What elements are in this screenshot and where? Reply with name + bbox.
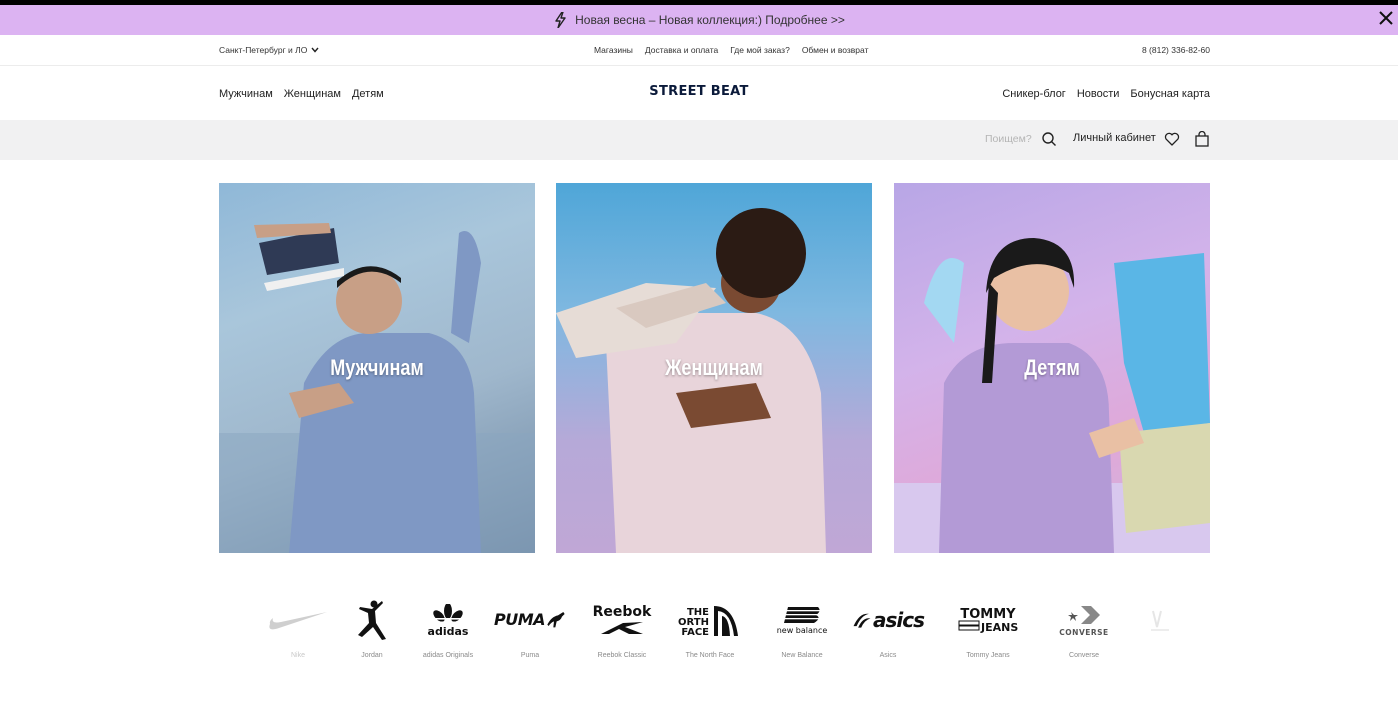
link-stores[interactable]: Магазины xyxy=(594,45,633,55)
reebok-vector-icon xyxy=(601,622,643,634)
close-icon[interactable] xyxy=(1376,9,1396,29)
main-nav: Мужчинам Женщинам Детям STREET BEAT Сник… xyxy=(0,66,1398,120)
brand-row: Nike Jordan adidas adidas Originals PUMA… xyxy=(262,597,1182,667)
account-link[interactable]: Личный кабинет xyxy=(1073,132,1156,144)
brand-name: The North Face xyxy=(685,652,735,659)
brand-name: New Balance xyxy=(781,652,823,659)
brand-name: Converse xyxy=(1069,652,1099,659)
brand-next-partial[interactable] xyxy=(1134,597,1174,663)
promo-bar[interactable]: Новая весна – Новая коллекция:) Подробне… xyxy=(0,5,1398,35)
chevron-down-icon xyxy=(311,47,319,53)
promo-text[interactable]: Новая весна – Новая коллекция:) Подробне… xyxy=(575,13,845,27)
puma-icon: PUMA xyxy=(494,610,546,629)
svg-text:FACE: FACE xyxy=(681,627,709,638)
brand-new-balance[interactable]: new balance New Balance xyxy=(766,597,838,663)
page: Новая весна – Новая коллекция:) Подробне… xyxy=(0,5,1398,703)
utility-links: Магазины Доставка и оплата Где мой заказ… xyxy=(594,45,868,55)
jumpman-icon xyxy=(358,600,386,640)
brand-the-north-face[interactable]: THE NORTH FACE The North Face xyxy=(674,597,746,663)
tile-women-label: Женщинам xyxy=(665,355,763,380)
brand-name: Tommy Jeans xyxy=(966,652,1010,659)
search-input[interactable]: Поищем? xyxy=(985,133,1032,145)
brand-reebok-classic[interactable]: Reebok Reebok Classic xyxy=(586,597,658,663)
category-tile-women[interactable]: Женщинам xyxy=(556,183,872,553)
svg-text:JEANS: JEANS xyxy=(980,621,1018,634)
utility-bar: Санкт-Петербург и ЛО Магазины Доставка и… xyxy=(0,35,1398,66)
brand-adidas-originals[interactable]: adidas adidas Originals xyxy=(412,597,484,663)
adidas-wordmark: adidas xyxy=(427,624,469,638)
category-tile-kids[interactable]: Детям xyxy=(894,183,1210,553)
link-order-status[interactable]: Где мой заказ? xyxy=(730,45,790,55)
category-tile-men[interactable]: Мужчинам xyxy=(219,183,535,553)
nav-news[interactable]: Новости xyxy=(1077,88,1120,100)
nav-right: Сникер-блог Новости Бонусная карта xyxy=(1002,88,1210,100)
link-returns[interactable]: Обмен и возврат xyxy=(802,45,869,55)
phone-number[interactable]: 8 (812) 336-82-60 xyxy=(1142,45,1210,55)
city-selector[interactable]: Санкт-Петербург и ЛО xyxy=(219,45,319,55)
converse-wordmark: CONVERSE xyxy=(1059,627,1109,637)
search-icon[interactable] xyxy=(1041,131,1057,147)
nav-bonus-card[interactable]: Бонусная карта xyxy=(1130,88,1210,100)
nike-swoosh-icon xyxy=(269,612,327,630)
brand-name: adidas Originals xyxy=(422,652,474,659)
brand-converse[interactable]: CONVERSE Converse xyxy=(1048,597,1120,663)
asics-icon: asics xyxy=(872,608,925,632)
brand-tommy-jeans[interactable]: TOMMY JEANS Tommy Jeans xyxy=(952,597,1024,663)
faded-brand-logo-icon xyxy=(1151,610,1169,631)
bag-icon[interactable] xyxy=(1194,131,1210,147)
brand-jordan[interactable]: Jordan xyxy=(336,597,408,663)
link-delivery[interactable]: Доставка и оплата xyxy=(645,45,718,55)
new-balance-wordmark: new balance xyxy=(776,626,828,635)
reebok-icon: Reebok xyxy=(592,604,652,620)
brand-name: Asics xyxy=(879,652,897,659)
converse-icon xyxy=(1068,605,1100,624)
brand-name: Reebok Classic xyxy=(597,652,647,659)
north-face-icon: THE NORTH FACE xyxy=(678,606,738,638)
tommy-jeans-icon: TOMMY JEANS xyxy=(958,607,1018,634)
heart-icon[interactable] xyxy=(1164,131,1180,147)
tile-kids-label: Детям xyxy=(1024,355,1080,380)
search-strip: Поищем? Личный кабинет xyxy=(0,120,1398,160)
puma-cat-icon xyxy=(547,612,565,628)
city-label: Санкт-Петербург и ЛО xyxy=(219,45,308,55)
asics-stripes-icon xyxy=(853,613,871,628)
tile-men-label: Мужчинам xyxy=(330,355,424,380)
svg-text:TOMMY: TOMMY xyxy=(960,607,1016,622)
nav-sneaker-blog[interactable]: Сникер-блог xyxy=(1002,88,1065,100)
brand-name: Puma xyxy=(520,652,540,659)
adidas-trefoil-icon xyxy=(433,603,463,623)
brand-puma[interactable]: PUMA Puma xyxy=(494,597,566,663)
brand-asics[interactable]: asics Asics xyxy=(852,597,925,663)
lightning-icon xyxy=(555,12,566,28)
brand-nike[interactable]: Nike xyxy=(262,597,334,663)
new-balance-icon xyxy=(782,607,822,623)
